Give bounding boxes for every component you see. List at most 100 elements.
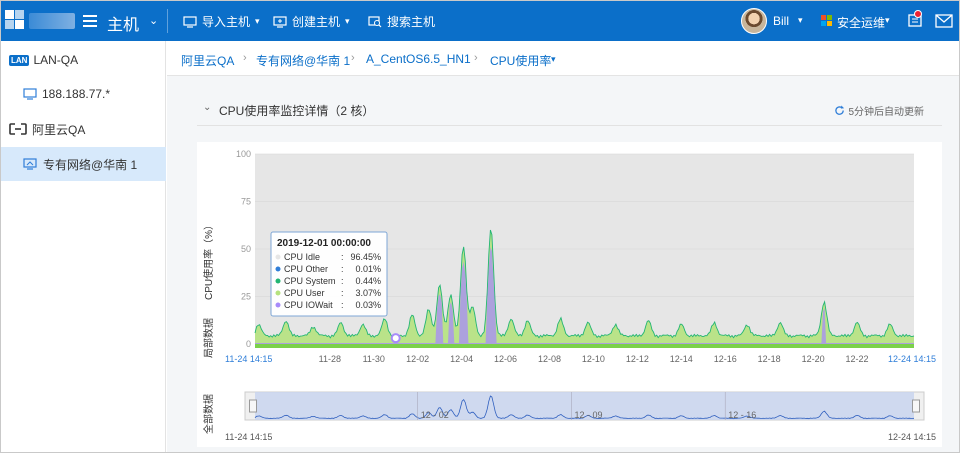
navigator-start-label: 11-24 14:15 (225, 432, 272, 442)
all-data-label: 全部数据 (202, 394, 215, 434)
tooltip-series-name: CPU System (284, 276, 336, 286)
x-tick-label: 12-22 (846, 354, 869, 364)
cpu-other-baseline-bar (255, 344, 914, 348)
breadcrumb-item-cpu[interactable]: CPU使用率 (490, 52, 551, 69)
tooltip-series-name: CPU User (284, 288, 325, 298)
divider (167, 9, 168, 33)
chevron-down-icon: ▾ (345, 16, 350, 26)
tooltip-time: 2019-12-01 00:00:00 (277, 238, 371, 249)
sidebar-item-host[interactable]: 188.188.77.* (1, 77, 166, 111)
tooltip-series-value: 0.01% (355, 264, 381, 274)
app-window: 主机 ⌄ 导入主机 ▾ 创建主机 ▾ 搜索主机 Bill ▾ 安全运维 ▾ LAN (0, 0, 960, 453)
panel-header[interactable]: ⌄ CPU使用率监控详情（2 核） 5分钟后自动更新 (197, 96, 942, 126)
tooltip-legend-dot (275, 266, 281, 272)
sidebar-item-label: LAN-QA (33, 53, 79, 67)
notification-badge (914, 10, 922, 18)
tooltip-colon: : (341, 252, 344, 262)
tooltip-legend-dot (275, 278, 281, 284)
chart-tooltip: 2019-12-01 00:00:00CPU Idle:96.45%CPU Ot… (270, 231, 388, 317)
sidebar-item-aliyun-qa[interactable]: 阿里云QA (1, 112, 166, 146)
navigator-tick-label: 12 - 16 (728, 410, 756, 420)
breadcrumb-item-instance[interactable]: A_CentOS6.5_HN1 (366, 52, 471, 66)
y-tick-label: 50 (241, 244, 251, 254)
sidebar-item-label: 阿里云QA (32, 122, 86, 137)
security-chevron-down-icon[interactable]: ▾ (885, 15, 890, 26)
x-tick-label: 12-18 (758, 354, 781, 364)
monitor-search-icon (368, 15, 382, 27)
user-chevron-down-icon[interactable]: ▾ (798, 15, 803, 26)
x-tick-label: 12-14 (670, 354, 693, 364)
tooltip-series-value: 0.44% (355, 276, 381, 286)
x-tick-label: 12-04 (450, 354, 473, 364)
range-end-label: 12-24 14:15 (888, 354, 936, 364)
mail-icon[interactable] (935, 14, 953, 28)
tooltip-colon: : (341, 288, 344, 298)
navigator-left-handle[interactable] (249, 399, 257, 413)
x-tick-label: 12-06 (494, 354, 517, 364)
breadcrumb-separator-icon: › (351, 52, 355, 64)
auto-refresh[interactable]: 5分钟后自动更新 (834, 103, 924, 118)
navigator-area[interactable]: 12 - 02 12 - 09 12 - 16 11-24 14:15 12-24 14… (225, 391, 936, 442)
x-tick-label: 12-16 (714, 354, 737, 364)
hover-point-marker (390, 333, 401, 344)
y-tick-label: 100 (236, 149, 251, 159)
y-tick-label: 25 (241, 292, 251, 302)
x-tick-label: 12-20 (802, 354, 825, 364)
main-content: ⌄ CPU使用率监控详情（2 核） 5分钟后自动更新 CPU使用率（%） 局部数… (167, 76, 959, 452)
sidebar-item-vpc-south-china[interactable]: 专有网络@华南 1 (1, 147, 166, 181)
vpc-monitor-icon (23, 158, 37, 170)
import-host-menu[interactable]: 导入主机 ▾ (183, 13, 260, 30)
import-host-label: 导入主机 (202, 15, 251, 29)
monitor-create-icon (273, 15, 287, 28)
monitor-import-icon (183, 15, 197, 28)
tooltip-colon: : (341, 276, 344, 286)
breadcrumb-separator-icon: › (243, 52, 247, 64)
brand-name-redacted (29, 13, 75, 29)
user-name[interactable]: Bill (773, 14, 789, 28)
sidebar-item-lan-qa[interactable]: LAN LAN-QA (1, 43, 166, 77)
top-bar: 主机 ⌄ 导入主机 ▾ 创建主机 ▾ 搜索主机 Bill ▾ 安全运维 ▾ (1, 1, 959, 41)
app-logo-icon[interactable] (5, 8, 25, 32)
collapse-chevron-icon[interactable]: ⌄ (203, 102, 211, 113)
create-host-menu[interactable]: 创建主机 ▾ (273, 13, 350, 30)
tooltip-series-name: CPU Idle (284, 252, 320, 262)
tooltip-legend-dot (275, 254, 281, 260)
x-tick-label: 12-02 (406, 354, 429, 364)
create-host-label: 创建主机 (292, 15, 341, 29)
menu-icon[interactable] (83, 15, 97, 27)
sidebar-item-label: 专有网络@华南 1 (43, 157, 138, 172)
x-tick-label: 11-28 (319, 354, 341, 364)
security-ops-menu[interactable]: 安全运维 (837, 14, 885, 31)
auto-refresh-label: 5分钟后自动更新 (848, 107, 924, 118)
monitor-icon (23, 88, 37, 100)
search-host-label: 搜索主机 (387, 15, 436, 29)
tooltip-colon: : (341, 264, 344, 274)
tooltip-legend-dot (275, 290, 281, 296)
y-tick-label: 0 (246, 339, 251, 349)
breadcrumb: 阿里云QA › 专有网络@华南 1 › A_CentOS6.5_HN1 › CP… (167, 41, 959, 76)
cloud-link-icon (9, 123, 27, 135)
tooltip-series-value: 0.03% (355, 300, 381, 310)
x-tick-label: 12-12 (626, 354, 649, 364)
tooltip-series-value: 3.07% (355, 288, 381, 298)
x-tick-label: 11-30 (363, 354, 385, 364)
avatar[interactable] (741, 8, 767, 34)
cpu-usage-chart[interactable]: CPU使用率（%） 局部数据 全部数据 0 25 50 75 100 11-28 11-30… (197, 142, 942, 447)
cpu-chart-container: CPU使用率（%） 局部数据 全部数据 0 25 50 75 100 11-28 11-30… (197, 142, 942, 447)
breadcrumb-item-vpc[interactable]: 专有网络@华南 1 (256, 52, 350, 69)
y-axis-label: CPU使用率（%） (202, 220, 215, 300)
tooltip-series-value: 96.45% (350, 252, 381, 262)
title-chevron-down-icon[interactable]: ⌄ (149, 14, 158, 27)
x-tick-label: 12-10 (582, 354, 605, 364)
sidebar-item-label: 188.188.77.* (42, 87, 111, 101)
navigator-right-handle[interactable] (912, 399, 920, 413)
breadcrumb-item-aliyun-qa[interactable]: 阿里云QA (181, 52, 234, 69)
refresh-icon (835, 105, 845, 115)
security-grid-icon (821, 15, 833, 27)
tooltip-colon: : (341, 300, 344, 310)
panel-title: CPU使用率监控详情（2 核） (219, 104, 375, 118)
breadcrumb-chevron-down-icon[interactable]: ▾ (551, 54, 556, 65)
navigator-tick-label: 12 - 02 (421, 410, 449, 420)
navigator-tick-label: 12 - 09 (574, 410, 602, 420)
search-host-menu[interactable]: 搜索主机 (368, 13, 435, 30)
